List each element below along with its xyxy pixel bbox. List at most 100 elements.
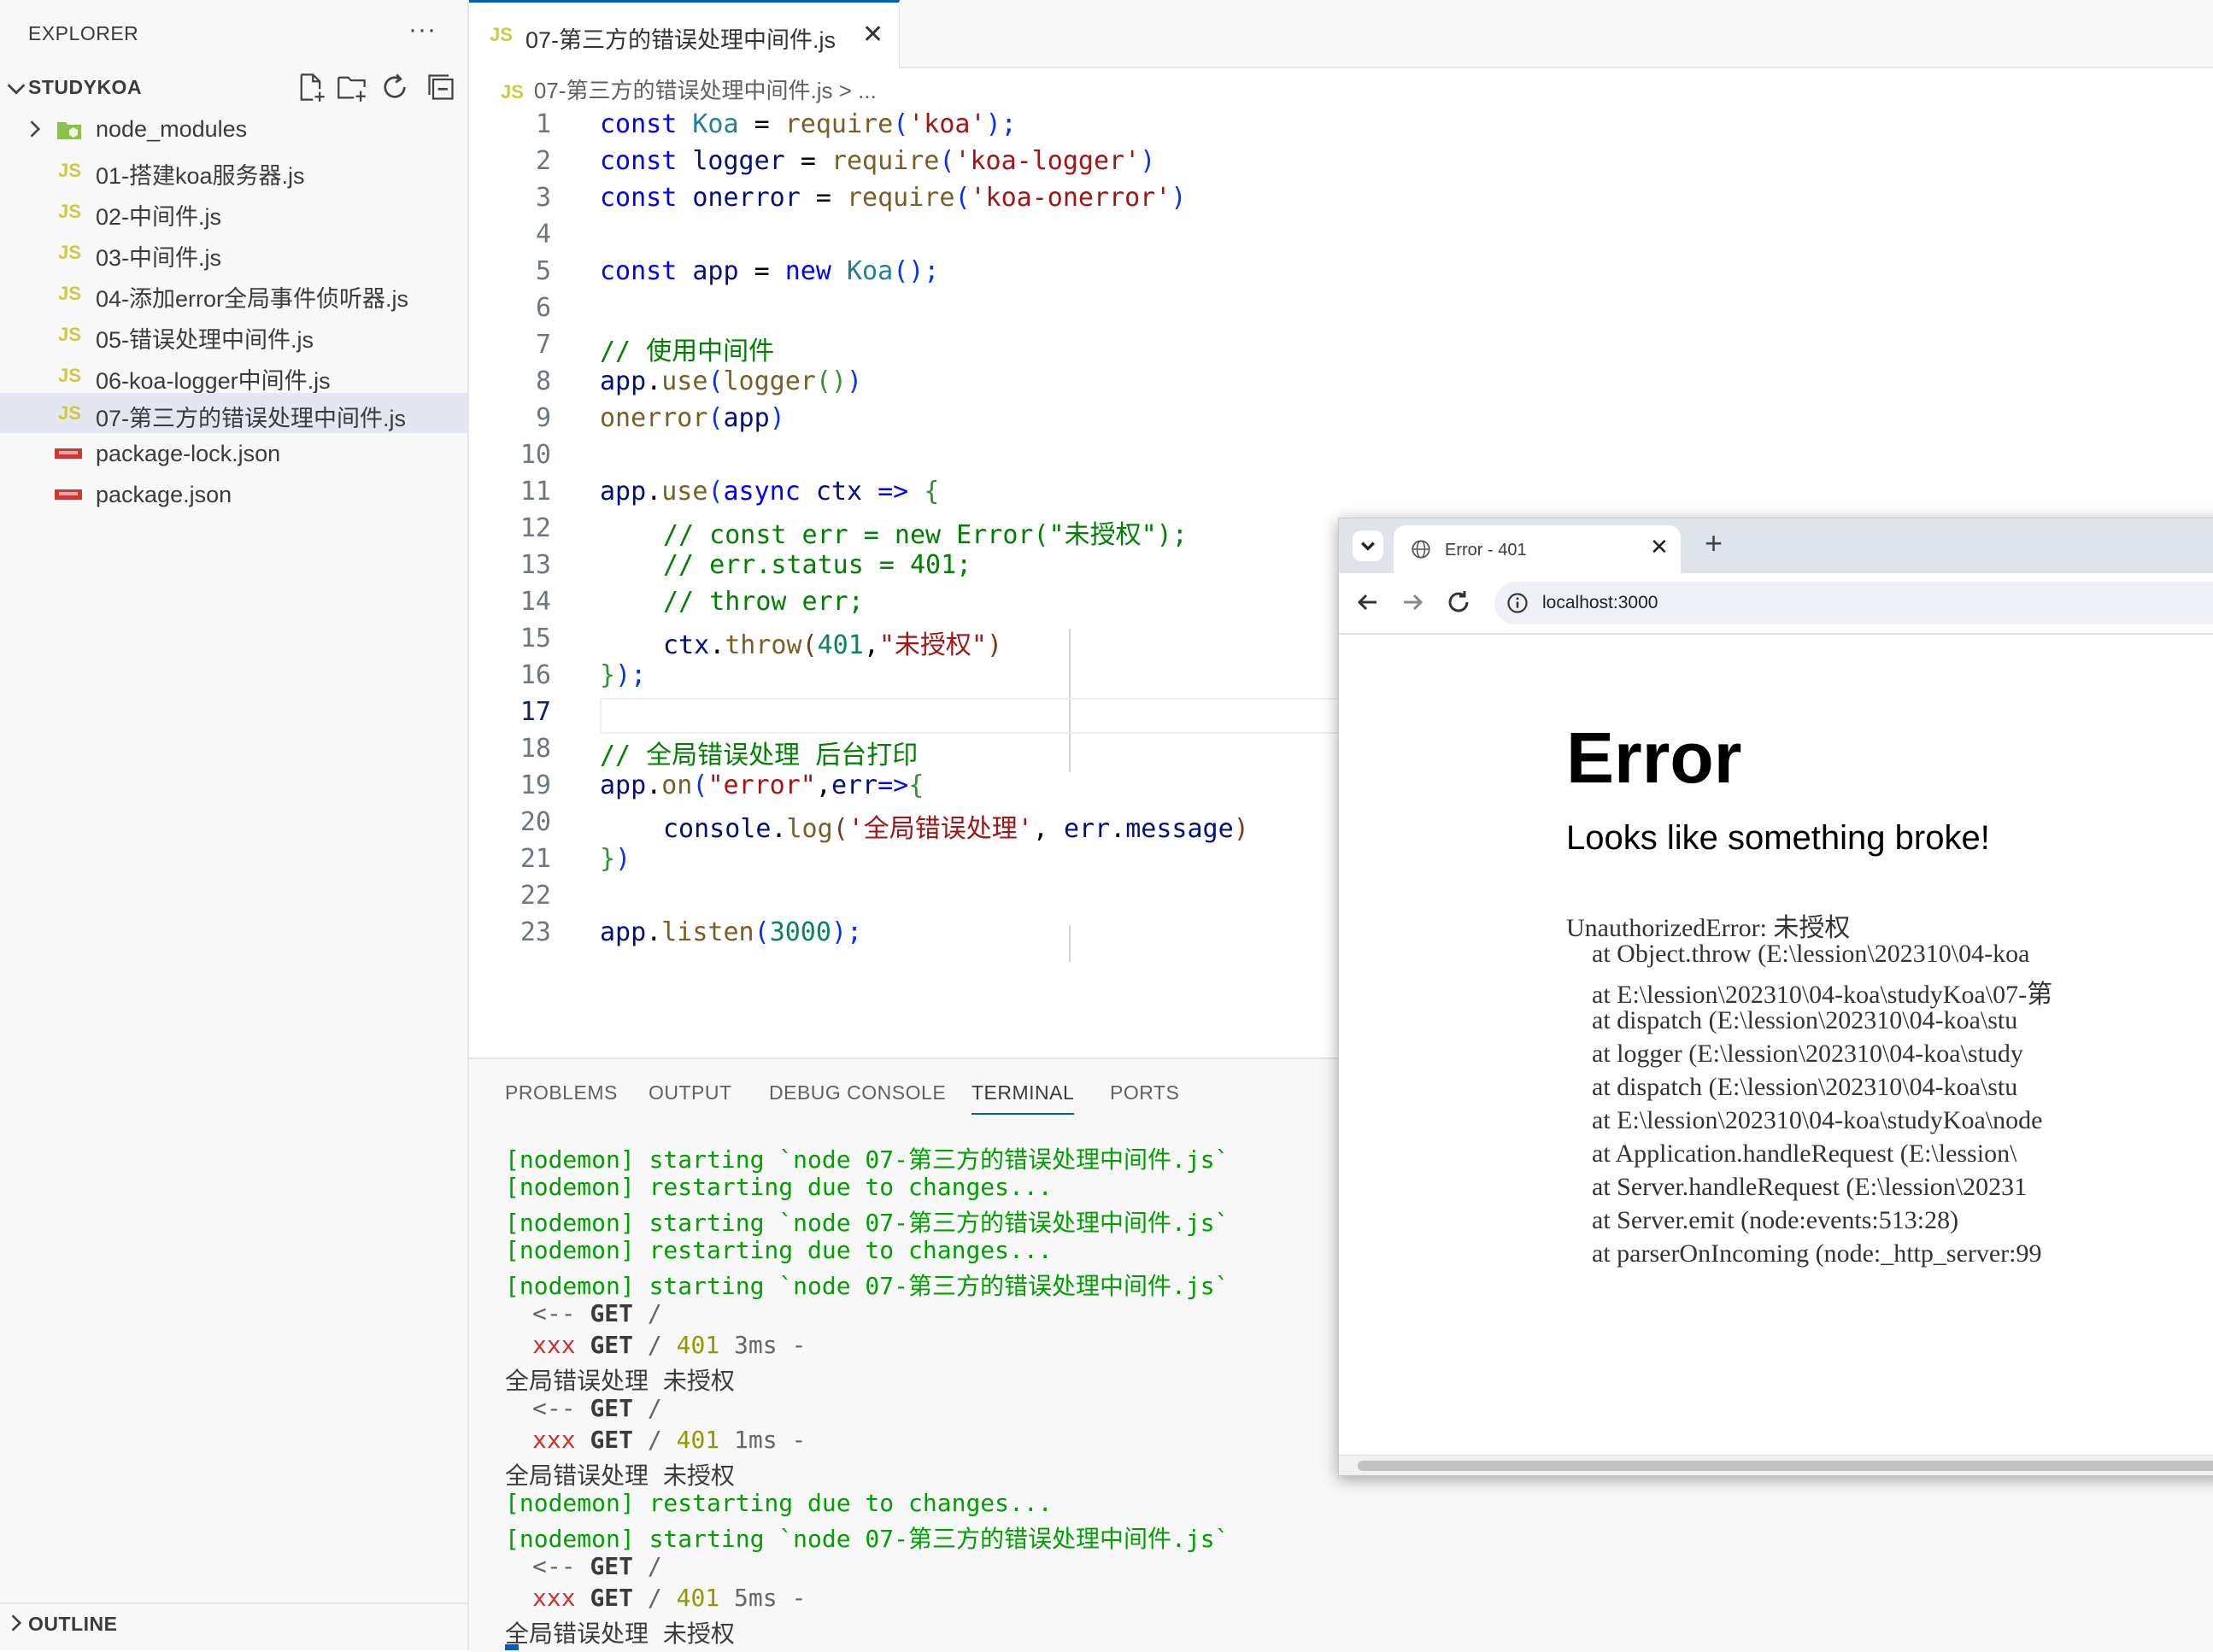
tree-item-file[interactable]: JS 03-中间件.js — [0, 232, 467, 272]
refresh-icon[interactable] — [379, 72, 410, 103]
code-token: new — [784, 256, 831, 286]
code-token: } — [600, 844, 616, 874]
code-token: , — [863, 630, 879, 660]
close-icon[interactable]: ✕ — [862, 20, 883, 50]
tab-active-file[interactable]: JS 07-第三方的错误处理中间件.js ✕ — [469, 0, 900, 68]
line-number: 17 — [519, 697, 551, 727]
browser-toolbar: localhost:3000 — [1339, 573, 2213, 635]
new-folder-icon[interactable] — [337, 72, 367, 103]
tree-item-file[interactable]: package-lock.json — [0, 434, 467, 474]
code-token: } — [600, 660, 616, 690]
code-token: 'koa-onerror' — [970, 183, 1171, 213]
terminal-token: 401 — [676, 1331, 720, 1359]
code-line: 2 const logger = require('koa-logger') — [469, 146, 2213, 183]
stack-line: at logger (E:\lession\202310\04-koa\stud… — [1566, 1040, 2023, 1068]
breadcrumb[interactable]: JS 07-第三方的错误处理中间件.js > ... — [501, 73, 877, 105]
code-token: () — [815, 366, 847, 396]
info-icon[interactable] — [1506, 592, 1529, 614]
tab-debug-console[interactable]: DEBUG CONSOLE — [769, 1081, 946, 1104]
more-actions-icon[interactable]: ··· — [408, 15, 437, 44]
code-token: 3000 — [769, 917, 831, 947]
browser-tab[interactable]: Error - 401 ✕ — [1394, 525, 1681, 573]
code-token: ( — [801, 630, 818, 660]
new-file-icon[interactable] — [296, 72, 326, 103]
forward-icon[interactable] — [1399, 589, 1426, 616]
code-token: require — [831, 146, 940, 176]
tree-item-label: 03-中间件.js — [96, 245, 222, 271]
tree-item-file[interactable]: JS 04-添加error全局事件侦听器.js — [0, 273, 467, 313]
code-line: 5 const app = new Koa(); — [469, 256, 2213, 293]
collapse-all-icon[interactable] — [426, 72, 456, 103]
terminal-token: GET — [590, 1394, 634, 1422]
code-line: 11 app.use(async ctx => { — [469, 477, 2213, 513]
code-token: ( — [954, 183, 971, 213]
scrollbar-thumb[interactable] — [1358, 1461, 2213, 1471]
tree-item-file[interactable]: JS 05-错误处理中间件.js — [0, 314, 467, 354]
code-token: ( — [832, 814, 848, 844]
tab-search-button[interactable] — [1353, 530, 1383, 561]
code-token: const — [600, 256, 678, 286]
code-token: app — [692, 256, 739, 286]
horizontal-scrollbar[interactable] — [1339, 1455, 2213, 1475]
error-title: Error — [1566, 718, 1742, 798]
terminal-line: 全局错误处理 未授权 — [505, 1462, 735, 1490]
new-tab-icon[interactable]: + — [1705, 525, 1723, 561]
js-file-icon: JS — [58, 160, 81, 181]
terminal-token: GET — [590, 1299, 634, 1327]
code-token: app — [600, 477, 647, 507]
tab-problems[interactable]: PROBLEMS — [505, 1081, 618, 1104]
tab-terminal[interactable]: TERMINAL — [971, 1081, 1075, 1115]
tab-ports[interactable]: PORTS — [1110, 1081, 1179, 1104]
reload-icon[interactable] — [1445, 589, 1472, 616]
terminal-line: [nodemon] restarting due to changes... — [505, 1173, 1053, 1201]
code-token: app — [723, 403, 770, 433]
code-token: ( — [893, 109, 909, 139]
code-token: { — [924, 477, 940, 507]
code-token: async — [723, 477, 801, 507]
code-comment: // const err = new Error("未授权"); — [663, 520, 1188, 550]
terminal-line: xxx GET / 401 1ms - — [532, 1426, 806, 1454]
code-token: . — [771, 814, 787, 844]
address-bar[interactable]: localhost:3000 — [1494, 582, 2213, 624]
code-token: ); — [985, 109, 1017, 139]
tree-item-file[interactable]: JS 02-中间件.js — [0, 191, 467, 231]
tree-item-file[interactable]: JS 06-koa-logger中间件.js — [0, 355, 467, 395]
line-number: 7 — [535, 330, 551, 360]
code-token: => — [878, 477, 909, 507]
tree-item-node-modules[interactable]: node_modules — [0, 109, 467, 149]
terminal-line: [nodemon] starting `node 07-第三方的错误处理中间件.… — [505, 1209, 1230, 1237]
explorer-header: EXPLORER — [28, 22, 139, 44]
terminal-line: <-- GET / — [532, 1299, 662, 1327]
code-token: logger — [692, 146, 785, 176]
chevron-right-icon — [30, 120, 41, 138]
code-token: app — [600, 366, 647, 396]
tree-item-file[interactable]: JS 01-搭建koa服务器.js — [0, 150, 467, 190]
outline-section-header[interactable]: OUTLINE — [0, 1602, 467, 1642]
code-token: , — [1032, 814, 1064, 844]
close-icon[interactable]: ✕ — [1650, 534, 1669, 560]
code-token: ( — [707, 477, 724, 507]
tree-item-file-active[interactable]: JS 07-第三方的错误处理中间件.js — [0, 393, 467, 433]
code-token: = — [800, 146, 816, 176]
tree-item-file[interactable]: package.json — [0, 475, 467, 515]
code-token: ) — [769, 403, 785, 433]
js-file-icon: JS — [501, 81, 524, 103]
code-token: , — [815, 770, 831, 800]
line-number: 21 — [519, 844, 551, 874]
code-token: "未授权" — [878, 630, 987, 660]
node-folder-icon — [57, 122, 81, 139]
terminal-token: / — [647, 1331, 662, 1359]
terminal-token: / — [647, 1394, 662, 1422]
tree-item-label: 06-koa-logger中间件.js — [96, 368, 331, 394]
code-token: err — [831, 770, 878, 800]
code-token: Koa — [847, 256, 894, 286]
terminal-token: - — [791, 1426, 807, 1454]
terminal-line: [nodemon] starting `node 07-第三方的错误处理中间件.… — [505, 1525, 1230, 1553]
back-icon[interactable] — [1354, 589, 1382, 616]
code-token: on — [661, 770, 693, 800]
tree-item-label: 05-错误处理中间件.js — [96, 327, 314, 353]
code-comment: // throw err; — [663, 587, 864, 617]
stack-line: at Object.throw (E:\lession\202310\04-ko… — [1566, 940, 2030, 968]
js-file-icon: JS — [58, 283, 81, 304]
tab-output[interactable]: OUTPUT — [649, 1081, 732, 1104]
